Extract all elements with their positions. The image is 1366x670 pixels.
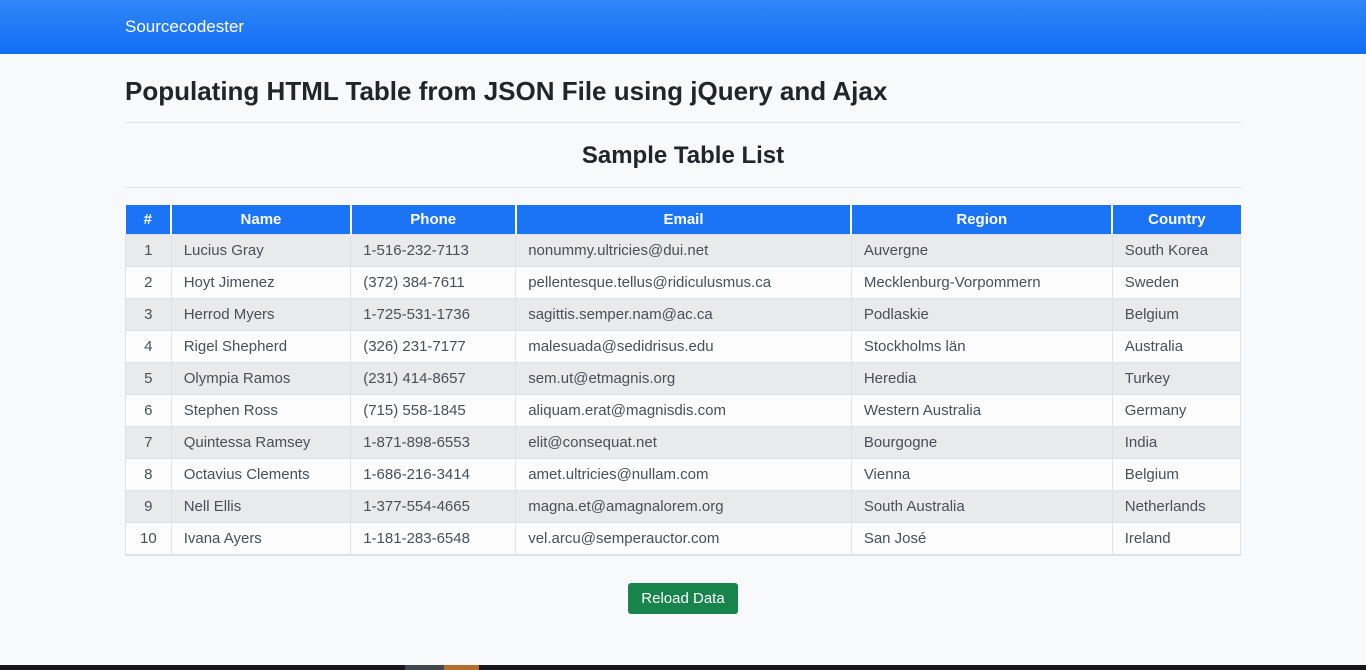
table-cell: vel.arcu@semperauctor.com [516, 523, 852, 555]
table-cell: sagittis.semper.nam@ac.ca [516, 299, 852, 331]
table-cell: 10 [126, 523, 172, 555]
table-cell: Mecklenburg-Vorpommern [851, 267, 1112, 299]
table-cell: 1-516-232-7113 [351, 235, 516, 267]
divider [125, 555, 1241, 556]
table-cell: 5 [126, 363, 172, 395]
table-cell: Turkey [1112, 363, 1240, 395]
column-header: Phone [351, 205, 516, 235]
column-header: # [126, 205, 172, 235]
taskbar-edge [0, 665, 1366, 670]
table-cell: Octavius Clements [171, 459, 351, 491]
table-cell: (715) 558-1845 [351, 395, 516, 427]
table-cell: South Australia [851, 491, 1112, 523]
navbar-brand[interactable]: Sourcecodester [125, 17, 244, 36]
table-cell: Sweden [1112, 267, 1240, 299]
divider [125, 187, 1241, 188]
table-cell: elit@consequat.net [516, 427, 852, 459]
table-cell: Germany [1112, 395, 1240, 427]
table-cell: Nell Ellis [171, 491, 351, 523]
table-cell: Rigel Shepherd [171, 331, 351, 363]
table-cell: Australia [1112, 331, 1240, 363]
column-header: Region [851, 205, 1112, 235]
table-cell: Stephen Ross [171, 395, 351, 427]
table-cell: pellentesque.tellus@ridiculusmus.ca [516, 267, 852, 299]
table-cell: malesuada@sedidrisus.edu [516, 331, 852, 363]
table-cell: 1-871-898-6553 [351, 427, 516, 459]
table-cell: 1-181-283-6548 [351, 523, 516, 555]
table-cell: nonummy.ultricies@dui.net [516, 235, 852, 267]
table-row: 9Nell Ellis1-377-554-4665magna.et@amagna… [126, 491, 1241, 523]
table-cell: (326) 231-7177 [351, 331, 516, 363]
table-cell: Ireland [1112, 523, 1240, 555]
table-cell: Heredia [851, 363, 1112, 395]
table-cell: 1-686-216-3414 [351, 459, 516, 491]
table-cell: Bourgogne [851, 427, 1112, 459]
reload-data-button[interactable]: Reload Data [628, 583, 737, 614]
table-cell: India [1112, 427, 1240, 459]
table-cell: Podlaskie [851, 299, 1112, 331]
table-cell: amet.ultricies@nullam.com [516, 459, 852, 491]
table-cell: Lucius Gray [171, 235, 351, 267]
table-row: 3Herrod Myers1-725-531-1736sagittis.semp… [126, 299, 1241, 331]
table-body: 1Lucius Gray1-516-232-7113nonummy.ultric… [126, 235, 1241, 555]
table-cell: 1-377-554-4665 [351, 491, 516, 523]
table-cell: magna.et@amagnalorem.org [516, 491, 852, 523]
table-row: 2Hoyt Jimenez(372) 384-7611pellentesque.… [126, 267, 1241, 299]
table-row: 8Octavius Clements1-686-216-3414amet.ult… [126, 459, 1241, 491]
page-title: Populating HTML Table from JSON File usi… [125, 76, 1241, 107]
table-header: #NamePhoneEmailRegionCountry [126, 205, 1241, 235]
divider [125, 122, 1241, 123]
table-cell: 6 [126, 395, 172, 427]
table-cell: 3 [126, 299, 172, 331]
table-cell: (372) 384-7611 [351, 267, 516, 299]
table-cell: Olympia Ramos [171, 363, 351, 395]
table-row: 4Rigel Shepherd(326) 231-7177malesuada@s… [126, 331, 1241, 363]
navbar: Sourcecodester [0, 0, 1366, 54]
table-cell: Herrod Myers [171, 299, 351, 331]
table-cell: Western Australia [851, 395, 1112, 427]
table-cell: South Korea [1112, 235, 1240, 267]
column-header: Email [516, 205, 852, 235]
column-header: Name [171, 205, 351, 235]
taskbar-gray-segment [405, 665, 444, 670]
table-cell: aliquam.erat@magnisdis.com [516, 395, 852, 427]
table-cell: 1 [126, 235, 172, 267]
table-cell: 2 [126, 267, 172, 299]
table-row: 6Stephen Ross(715) 558-1845aliquam.erat@… [126, 395, 1241, 427]
column-header: Country [1112, 205, 1240, 235]
sample-table: #NamePhoneEmailRegionCountry 1Lucius Gra… [125, 205, 1241, 555]
main-content: Populating HTML Table from JSON File usi… [125, 76, 1241, 614]
table-row: 7Quintessa Ramsey1-871-898-6553elit@cons… [126, 427, 1241, 459]
table-cell: 8 [126, 459, 172, 491]
table-cell: Netherlands [1112, 491, 1240, 523]
table-heading: Sample Table List [125, 142, 1241, 170]
table-cell: Quintessa Ramsey [171, 427, 351, 459]
table-cell: 7 [126, 427, 172, 459]
table-cell: 1-725-531-1736 [351, 299, 516, 331]
table-cell: Belgium [1112, 459, 1240, 491]
table-cell: 4 [126, 331, 172, 363]
taskbar-orange-segment [444, 665, 479, 670]
table-cell: Hoyt Jimenez [171, 267, 351, 299]
table-cell: Auvergne [851, 235, 1112, 267]
table-cell: sem.ut@etmagnis.org [516, 363, 852, 395]
table-row: 10Ivana Ayers1-181-283-6548vel.arcu@semp… [126, 523, 1241, 555]
table-cell: Belgium [1112, 299, 1240, 331]
table-cell: Ivana Ayers [171, 523, 351, 555]
table-cell: Stockholms län [851, 331, 1112, 363]
table-cell: Vienna [851, 459, 1112, 491]
table-cell: 9 [126, 491, 172, 523]
table-cell: (231) 414-8657 [351, 363, 516, 395]
table-row: 1Lucius Gray1-516-232-7113nonummy.ultric… [126, 235, 1241, 267]
table-cell: San José [851, 523, 1112, 555]
table-row: 5Olympia Ramos(231) 414-8657sem.ut@etmag… [126, 363, 1241, 395]
table-header-row: #NamePhoneEmailRegionCountry [126, 205, 1241, 235]
